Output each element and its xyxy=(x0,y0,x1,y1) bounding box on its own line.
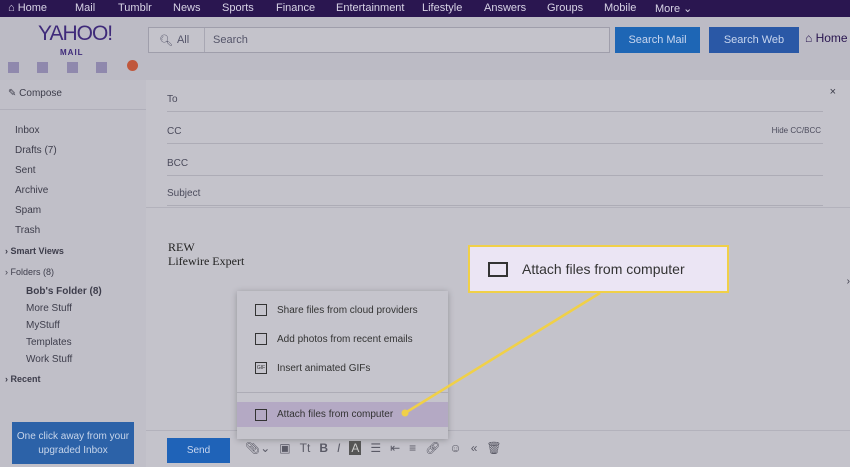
callout-box: Attach files from computer xyxy=(468,245,729,293)
send-button[interactable]: Send xyxy=(167,438,230,463)
font-size-icon[interactable]: Tt xyxy=(300,441,311,455)
trash-icon[interactable]: 🗑︎ xyxy=(486,441,501,455)
bold-icon[interactable]: B xyxy=(319,441,328,455)
format-toolbar: 📎︎⌄ ▣ Tt B I A ☰ ⇤ ≡ 🔗︎ ☺ « 🗑︎ xyxy=(245,441,502,455)
indent-icon[interactable]: ⇤ xyxy=(390,441,400,455)
emoji-icon[interactable]: ☺ xyxy=(449,441,461,455)
italic-icon[interactable]: I xyxy=(337,441,340,455)
stationery-icon[interactable]: ▣ xyxy=(279,441,290,455)
collapse-icon[interactable]: « xyxy=(471,441,478,455)
text-color-icon[interactable]: A xyxy=(349,441,362,455)
callout-text: Attach files from computer xyxy=(522,261,685,277)
link-icon[interactable]: 🔗︎ xyxy=(425,441,440,455)
bullet-list-icon[interactable]: ☰ xyxy=(370,441,381,455)
computer-icon xyxy=(488,261,508,277)
callout-pointer xyxy=(401,291,601,417)
paperclip-icon[interactable]: 📎︎⌄ xyxy=(245,441,270,455)
align-icon[interactable]: ≡ xyxy=(409,441,416,455)
